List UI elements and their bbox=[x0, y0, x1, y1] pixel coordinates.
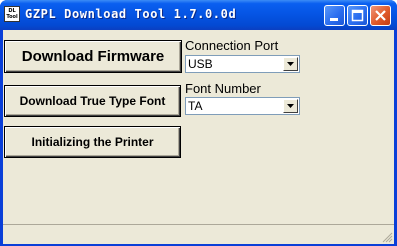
maximize-icon bbox=[351, 9, 364, 22]
initialize-printer-button[interactable]: Initializing the Printer bbox=[4, 126, 181, 158]
status-bar bbox=[3, 224, 394, 244]
minimize-button[interactable] bbox=[324, 5, 345, 26]
app-icon-text-bottom: Tool bbox=[6, 14, 18, 20]
client-area: Download Firmware Download True Type Fon… bbox=[3, 30, 394, 244]
font-number-value: TA bbox=[188, 99, 203, 113]
download-firmware-button[interactable]: Download Firmware bbox=[4, 40, 182, 73]
chevron-down-icon bbox=[287, 62, 294, 66]
minimize-icon bbox=[330, 18, 338, 21]
app-icon[interactable]: DL Tool bbox=[4, 6, 20, 22]
connection-port-label: Connection Port bbox=[185, 38, 279, 53]
font-number-label: Font Number bbox=[185, 81, 261, 96]
connection-port-value: USB bbox=[188, 57, 213, 71]
font-number-dropdown-button[interactable] bbox=[283, 99, 298, 113]
font-number-select[interactable]: TA bbox=[185, 97, 300, 115]
connection-port-dropdown-button[interactable] bbox=[283, 57, 298, 71]
resize-grip-icon[interactable] bbox=[381, 231, 393, 243]
maximize-button[interactable] bbox=[347, 5, 368, 26]
connection-port-select[interactable]: USB bbox=[185, 55, 300, 73]
window-title: GZPL Download Tool 1.7.0.0d bbox=[25, 7, 237, 21]
close-icon bbox=[375, 10, 386, 21]
title-bar[interactable]: DL Tool GZPL Download Tool 1.7.0.0d bbox=[0, 0, 397, 30]
download-font-button[interactable]: Download True Type Font bbox=[4, 85, 181, 117]
chevron-down-icon bbox=[287, 104, 294, 108]
close-button[interactable] bbox=[370, 5, 391, 26]
app-window: DL Tool GZPL Download Tool 1.7.0.0d Down… bbox=[0, 0, 397, 246]
